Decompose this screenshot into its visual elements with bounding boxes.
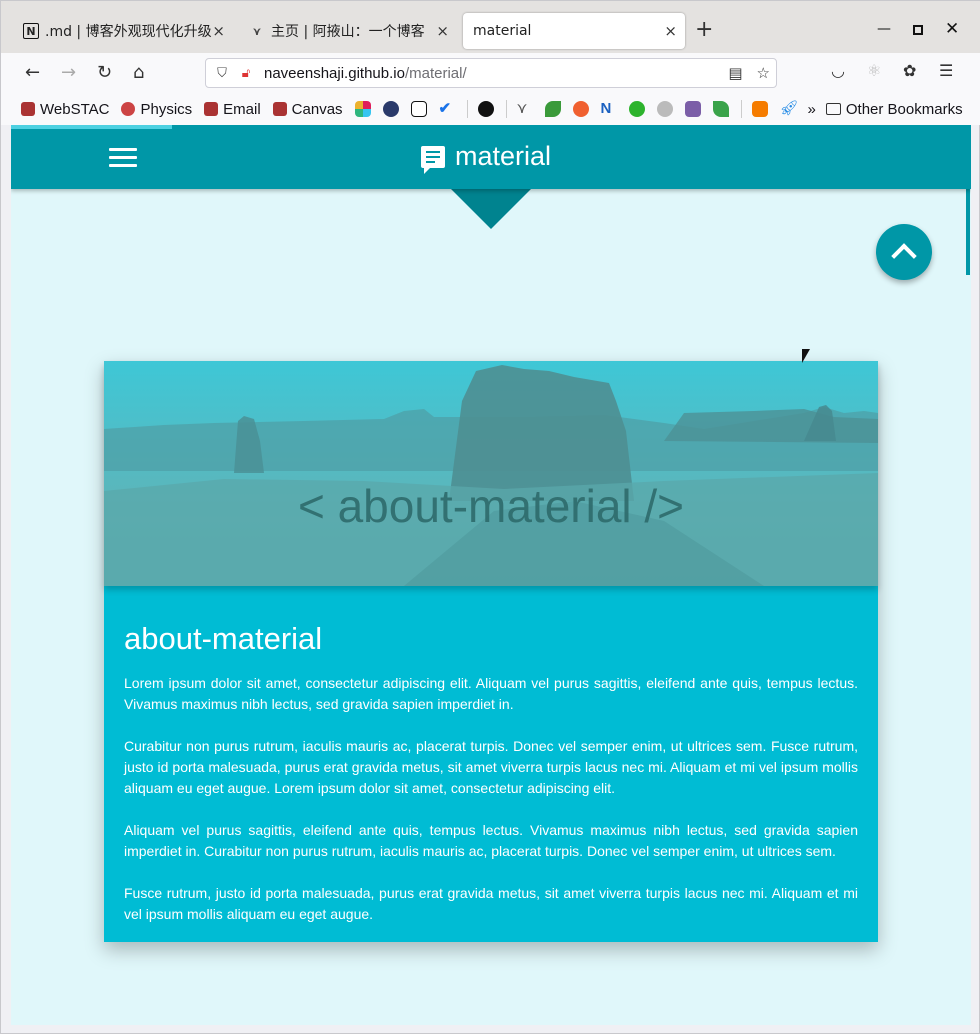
hero-title: < about-material />: [297, 480, 685, 532]
tab-label: .md | 博客外观现代化升级: [45, 24, 212, 40]
extension-icon[interactable]: ✿: [903, 61, 916, 80]
separator: [505, 100, 507, 118]
notion-icon[interactable]: [410, 101, 427, 117]
circles-icon[interactable]: [656, 101, 673, 117]
tab-material[interactable]: material ×: [463, 13, 685, 49]
maximize-icon[interactable]: [913, 25, 923, 35]
shield-icon[interactable]: ⛉: [210, 66, 234, 81]
bookmark-star-icon[interactable]: ☆: [757, 64, 770, 82]
paragraph: Fusce rutrum, justo id porta malesuada, …: [124, 885, 858, 922]
tab-label: 主页 | 阿掖山：一个博客: [271, 24, 425, 40]
brand-title: material: [455, 141, 552, 171]
page-viewport: material < about-material /> about-mater…: [11, 125, 971, 1025]
bookmark-canvas[interactable]: Canvas: [272, 101, 343, 118]
other-bookmarks[interactable]: Other Bookmarks: [825, 101, 963, 118]
reload-icon[interactable]: ↻: [97, 63, 112, 83]
folder-icon: [825, 103, 841, 115]
app-bar: material: [11, 125, 971, 189]
menu-icon[interactable]: ☰: [939, 61, 953, 80]
card-title: about-material: [124, 621, 323, 656]
n-icon[interactable]: N: [601, 101, 617, 117]
paragraph: Lorem ipsum dolor sit amet, consectetur …: [124, 675, 858, 712]
rocket-icon[interactable]: 🚀︎: [780, 101, 799, 117]
brand[interactable]: material: [421, 141, 552, 174]
header-triangle: [451, 189, 531, 229]
scroll-progress-bar: [11, 125, 172, 129]
notion-icon: N: [23, 23, 39, 39]
tab-label: material: [473, 23, 532, 39]
check-icon[interactable]: ✔: [439, 101, 455, 117]
physics-icon: [121, 102, 136, 116]
scrollbar[interactable]: [966, 189, 970, 275]
desert-landscape-image: [104, 365, 878, 586]
reader-view-icon[interactable]: ▤: [728, 64, 742, 82]
separator: [740, 100, 742, 118]
close-icon[interactable]: ×: [436, 22, 449, 40]
url-text[interactable]: naveenshaji.github.io/material/: [264, 65, 467, 82]
back-icon[interactable]: ←: [25, 63, 40, 83]
chevron-up-icon: [891, 243, 917, 269]
overflow-chevron-icon[interactable]: »: [808, 101, 816, 118]
forward-icon[interactable]: →: [61, 63, 76, 83]
mouse-cursor: [802, 349, 810, 363]
close-icon[interactable]: ×: [212, 22, 225, 40]
bookmark-email[interactable]: Email: [204, 101, 261, 118]
window-close-icon[interactable]: ✕: [945, 19, 959, 39]
slack-icon[interactable]: [354, 101, 371, 117]
h-icon[interactable]: [684, 101, 701, 117]
card-body: about-material Lorem ipsum dolor sit ame…: [124, 621, 858, 946]
chat-icon: [421, 145, 445, 174]
close-icon[interactable]: ×: [664, 22, 677, 40]
pocket-icon[interactable]: ◡: [831, 61, 845, 80]
browser-window: N .md | 博客外观现代化升级 × ⋎ 主页 | 阿掖山：一个博客 × ma…: [0, 0, 980, 1034]
about-card: < about-material /> about-material Lorem…: [104, 361, 878, 942]
tab-blog[interactable]: ⋎ 主页 | 阿掖山：一个博客 ×: [239, 13, 457, 49]
bookmark-physics[interactable]: Physics: [121, 101, 192, 118]
ball-icon[interactable]: [572, 101, 589, 117]
bookmark-webstac[interactable]: WebSTAC: [21, 101, 109, 118]
paragraph: Aliquam vel purus sagittis, eleifend ant…: [124, 822, 858, 859]
tab-notion[interactable]: N .md | 博客外观现代化升级 ×: [13, 13, 233, 49]
wechat-icon[interactable]: [628, 101, 645, 117]
card-hero-image: < about-material />: [104, 361, 878, 586]
blogger-icon[interactable]: [751, 101, 768, 117]
address-bar[interactable]: ⛉ 🔓︎ naveenshaji.github.io/material/ ▤ ☆: [205, 58, 777, 88]
lock-insecure-icon[interactable]: 🔓︎: [234, 66, 258, 81]
leaf-icon[interactable]: [544, 101, 561, 117]
canvas-icon: [272, 102, 287, 116]
avatar-icon[interactable]: [382, 101, 399, 117]
blog-icon: ⋎: [252, 24, 262, 38]
hamburger-menu-icon[interactable]: [109, 148, 137, 168]
feather-icon[interactable]: [712, 101, 729, 117]
home-icon[interactable]: ⌂: [133, 63, 144, 83]
scroll-top-button[interactable]: [876, 224, 932, 280]
minimize-icon[interactable]: —: [877, 21, 891, 37]
blog-icon[interactable]: ⋎: [517, 101, 533, 117]
webstac-icon: [21, 102, 35, 116]
email-icon: [204, 102, 219, 116]
separator: [466, 100, 468, 118]
tab-bar: N .md | 博客外观现代化升级 × ⋎ 主页 | 阿掖山：一个博客 × ma…: [1, 1, 980, 53]
bookmarks-bar: WebSTAC Physics Email Canvas ✔ ⋎ N 🚀︎ » …: [1, 93, 980, 125]
extension-icon[interactable]: ⚛: [867, 61, 881, 80]
new-tab-button[interactable]: +: [695, 19, 713, 41]
github-icon[interactable]: [477, 101, 494, 117]
paragraph: Curabitur non purus rutrum, iaculis maur…: [124, 738, 858, 796]
